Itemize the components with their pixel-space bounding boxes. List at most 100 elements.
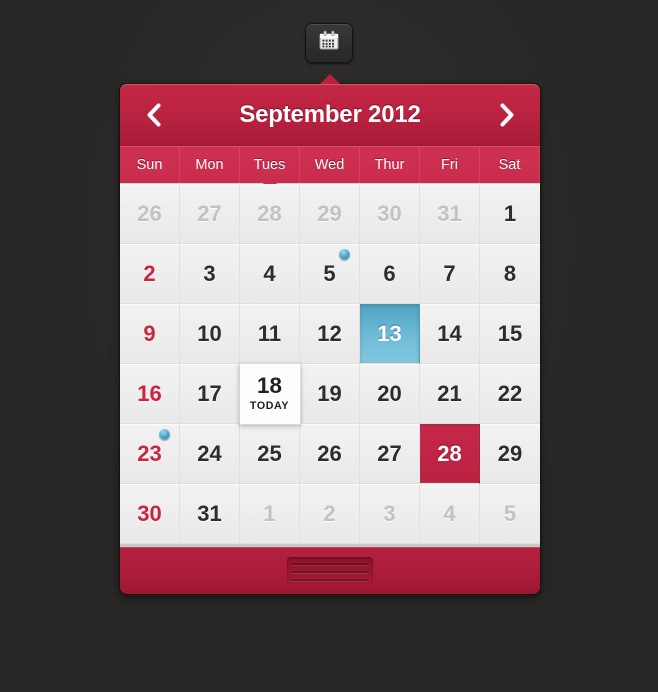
day-number: 4: [263, 260, 276, 286]
calendar-toggle-button[interactable]: [305, 23, 353, 63]
day-cell[interactable]: 24: [180, 424, 240, 484]
day-number: 11: [257, 320, 282, 346]
day-number: 24: [197, 440, 222, 466]
day-cell[interactable]: 10: [180, 304, 240, 364]
grip-line: [291, 571, 369, 574]
drag-grip-icon[interactable]: [287, 557, 373, 583]
day-cell[interactable]: 31: [180, 484, 240, 544]
day-number: 1: [503, 200, 517, 226]
day-number: 16: [137, 380, 162, 406]
day-cell[interactable]: 2: [300, 484, 360, 544]
prev-month-button[interactable]: [136, 98, 170, 132]
day-number: 10: [197, 320, 222, 346]
day-number: 2: [143, 260, 156, 286]
day-number: 14: [437, 320, 462, 346]
day-cell[interactable]: 14: [420, 304, 480, 364]
day-number: 9: [143, 320, 156, 346]
month-title: September 2012: [239, 100, 421, 128]
day-cell[interactable]: 29: [480, 424, 540, 484]
weekday-header-tues: Tues: [240, 146, 300, 183]
day-number: 29: [497, 440, 523, 466]
day-number: 27: [377, 440, 402, 466]
day-number: 20: [377, 380, 402, 406]
day-cell[interactable]: 27: [180, 184, 240, 244]
day-number: 3: [383, 500, 396, 526]
day-number: 5: [503, 500, 517, 526]
day-number: 23: [137, 440, 162, 466]
day-number: 31: [197, 500, 222, 526]
day-number: 6: [383, 260, 396, 286]
day-cell[interactable]: 20: [360, 364, 420, 424]
day-number: 21: [437, 380, 462, 406]
day-cell[interactable]: 23: [120, 424, 180, 484]
day-cell[interactable]: 2: [120, 244, 180, 304]
day-cell[interactable]: 16: [120, 364, 180, 424]
day-number: 3: [203, 260, 216, 286]
calendar-icon: [318, 30, 340, 57]
event-dot-icon: [339, 249, 350, 260]
day-number: 5: [323, 260, 336, 286]
day-number: 13: [377, 320, 402, 346]
day-number: 15: [497, 320, 523, 346]
calendar-footer: [120, 544, 540, 594]
day-cell[interactable]: 26: [300, 424, 360, 484]
day-cell[interactable]: 26: [120, 184, 180, 244]
day-cell[interactable]: 3: [180, 244, 240, 304]
day-cell[interactable]: 28: [420, 424, 480, 484]
day-cell[interactable]: 4: [240, 244, 300, 304]
day-cell[interactable]: 30: [120, 484, 180, 544]
day-number: 31: [437, 200, 462, 226]
day-cell[interactable]: 11: [240, 304, 300, 364]
day-number: 4: [443, 500, 456, 526]
day-cell[interactable]: 29: [300, 184, 360, 244]
day-cell[interactable]: 1: [240, 484, 300, 544]
day-cell[interactable]: 8: [480, 244, 540, 304]
day-cell[interactable]: 22: [480, 364, 540, 424]
today-cell-content: 18 TODAY: [249, 372, 290, 413]
chevron-left-icon: [147, 103, 160, 126]
day-cell[interactable]: 15: [480, 304, 540, 364]
weekday-header-sun: Sun: [120, 146, 180, 183]
day-number: 22: [497, 380, 523, 406]
day-cell[interactable]: 6: [360, 244, 420, 304]
day-cell[interactable]: 9: [120, 304, 180, 364]
next-month-button[interactable]: [490, 98, 524, 132]
day-number: 27: [197, 200, 222, 226]
day-number: 29: [317, 200, 342, 226]
day-cell[interactable]: 17: [180, 364, 240, 424]
weekday-header-thur: Thur: [360, 146, 420, 183]
day-cell[interactable]: 3: [360, 484, 420, 544]
today-label: TODAY: [249, 400, 290, 413]
day-number: 17: [197, 380, 222, 406]
event-dot-icon: [159, 429, 170, 440]
day-cell[interactable]: 31: [420, 184, 480, 244]
weekday-header-sat: Sat: [480, 146, 540, 183]
day-number: 25: [257, 440, 282, 466]
today-number: 18: [257, 372, 282, 399]
day-number: 30: [377, 200, 402, 226]
calendar-popover: September 2012 Sun Mon Tues Wed Thur Fri Sat 2…: [120, 74, 540, 594]
day-cell[interactable]: 4: [420, 484, 480, 544]
day-cell[interactable]: 12: [300, 304, 360, 364]
day-cell[interactable]: 27: [360, 424, 420, 484]
day-cell[interactable]: 25: [240, 424, 300, 484]
day-cell[interactable]: 7: [420, 244, 480, 304]
day-number: 30: [137, 500, 162, 526]
day-number: 2: [323, 500, 336, 526]
day-number: 7: [443, 260, 456, 286]
day-cell[interactable]: 5: [300, 244, 360, 304]
day-cell[interactable]: 28: [240, 184, 300, 244]
day-cell[interactable]: 1: [480, 184, 540, 244]
day-cell[interactable]: 19: [300, 364, 360, 424]
day-cell[interactable]: 5: [480, 484, 540, 544]
chevron-right-icon: [500, 103, 513, 126]
weekday-header-row: Sun Mon Tues Wed Thur Fri Sat: [120, 145, 540, 191]
day-cell[interactable]: 21: [420, 364, 480, 424]
day-cell[interactable]: 13: [360, 304, 420, 364]
day-number: 26: [137, 200, 162, 226]
calendar-header: September 2012: [120, 84, 540, 145]
grip-line: [291, 579, 369, 582]
day-cell[interactable]: 18 TODAY: [239, 363, 301, 425]
day-cell[interactable]: 30: [360, 184, 420, 244]
weekday-header-wed: Wed: [300, 146, 360, 183]
